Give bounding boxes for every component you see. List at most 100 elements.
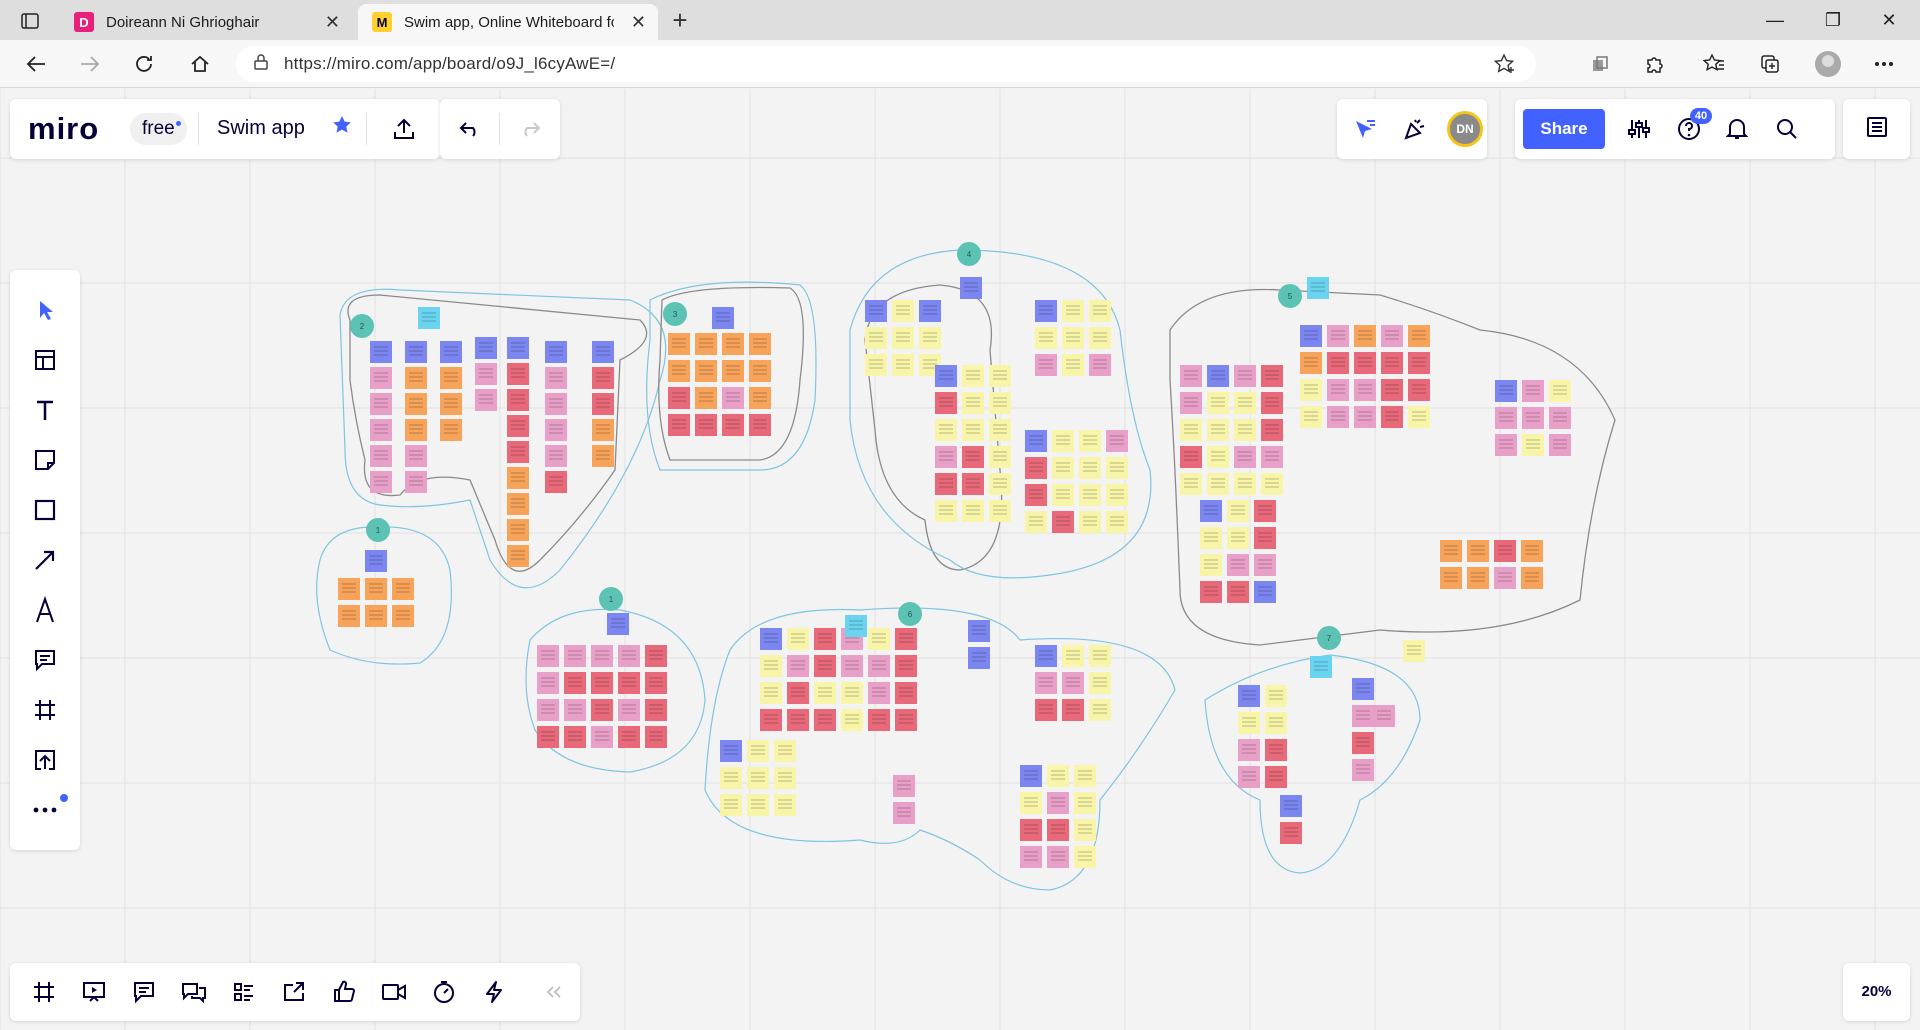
sticky-note[interactable] — [892, 300, 914, 322]
sticky-note[interactable] — [1062, 354, 1084, 376]
sticky-note[interactable] — [1074, 846, 1096, 868]
sticky-note[interactable] — [1200, 554, 1222, 576]
sticky-note[interactable] — [893, 775, 915, 797]
sticky-note[interactable] — [774, 740, 796, 762]
sticky-note[interactable] — [545, 393, 567, 415]
sticky-note[interactable] — [760, 655, 782, 677]
sticky-note[interactable] — [507, 493, 529, 515]
sticky-note[interactable] — [893, 802, 915, 824]
sticky-note[interactable] — [618, 699, 640, 721]
sticky-note[interactable] — [774, 794, 796, 816]
sticky-note[interactable] — [968, 647, 990, 669]
connector-arrow-icon[interactable] — [25, 540, 65, 580]
sticky-note[interactable] — [591, 645, 613, 667]
card-list-icon[interactable] — [224, 972, 264, 1012]
sticky-note[interactable] — [1074, 819, 1096, 841]
sticky-note[interactable] — [440, 341, 462, 363]
sticky-note[interactable] — [1207, 446, 1229, 468]
sticky-note[interactable] — [1494, 567, 1516, 589]
sticky-note[interactable] — [1180, 392, 1202, 414]
sticky-note[interactable] — [1549, 380, 1571, 402]
zoom-level[interactable]: 20% — [1843, 963, 1910, 1021]
sticky-note[interactable] — [841, 709, 863, 731]
sticky-note[interactable] — [618, 726, 640, 748]
sticky-note[interactable] — [968, 620, 990, 642]
sticky-note[interactable] — [1020, 846, 1042, 868]
sticky-note[interactable] — [537, 726, 559, 748]
sticky-note[interactable] — [1238, 739, 1260, 761]
sticky-note[interactable] — [1089, 354, 1111, 376]
voting-thumbs-up-icon[interactable] — [324, 972, 364, 1012]
sticky-note[interactable] — [1440, 567, 1462, 589]
sticky-note[interactable] — [507, 363, 529, 385]
sticky-note[interactable] — [935, 365, 957, 387]
sticky-note[interactable] — [545, 341, 567, 363]
redo-icon[interactable] — [512, 113, 548, 145]
sticky-note[interactable] — [1180, 419, 1202, 441]
star-board-icon[interactable] — [332, 115, 352, 140]
sticky-note-icon[interactable] — [25, 440, 65, 480]
sticky-note[interactable] — [1549, 407, 1571, 429]
sticky-note[interactable] — [507, 389, 529, 411]
sticky-note[interactable] — [1227, 554, 1249, 576]
sticky-note[interactable] — [668, 333, 690, 355]
user-avatar[interactable]: DN — [1447, 111, 1483, 147]
sticky-note[interactable] — [1227, 500, 1249, 522]
sticky-note[interactable] — [418, 307, 440, 329]
sticky-note[interactable] — [1020, 792, 1042, 814]
sticky-note[interactable] — [722, 414, 744, 436]
sticky-note[interactable] — [814, 709, 836, 731]
sticky-note[interactable] — [1079, 511, 1101, 533]
sticky-note[interactable] — [695, 333, 717, 355]
chat-icon[interactable] — [174, 972, 214, 1012]
settings-sliders-icon[interactable] — [1623, 113, 1655, 145]
sticky-note[interactable] — [1025, 484, 1047, 506]
export-icon[interactable] — [388, 113, 420, 145]
sticky-note[interactable] — [668, 360, 690, 382]
sticky-note[interactable] — [865, 354, 887, 376]
sticky-note[interactable] — [1408, 379, 1430, 401]
sticky-note[interactable] — [545, 419, 567, 441]
sticky-note[interactable] — [392, 605, 414, 627]
sticky-note[interactable] — [645, 645, 667, 667]
sticky-note[interactable] — [1200, 527, 1222, 549]
sticky-note[interactable] — [507, 337, 529, 359]
sticky-note[interactable] — [564, 645, 586, 667]
sticky-note[interactable] — [868, 682, 890, 704]
sticky-note[interactable] — [592, 341, 614, 363]
sticky-note[interactable] — [919, 327, 941, 349]
frame-tool-icon[interactable] — [25, 690, 65, 730]
sticky-note[interactable] — [1025, 511, 1047, 533]
sticky-note[interactable] — [720, 794, 742, 816]
more-tools-icon[interactable] — [25, 790, 65, 830]
sticky-note[interactable] — [1327, 325, 1349, 347]
sticky-note[interactable] — [1280, 822, 1302, 844]
sticky-note[interactable] — [1238, 766, 1260, 788]
board-notes-icon[interactable] — [1866, 116, 1888, 143]
sticky-note[interactable] — [1408, 406, 1430, 428]
cursor-arrow-icon[interactable] — [1349, 113, 1381, 145]
sticky-note[interactable] — [989, 446, 1011, 468]
sticky-note[interactable] — [1079, 484, 1101, 506]
sticky-note[interactable] — [1035, 672, 1057, 694]
search-icon[interactable] — [1771, 113, 1803, 145]
sticky-note[interactable] — [1180, 473, 1202, 495]
sticky-note[interactable] — [1062, 672, 1084, 694]
sticky-note[interactable] — [841, 655, 863, 677]
sticky-note[interactable] — [1354, 325, 1376, 347]
miro-logo[interactable]: miro — [28, 111, 99, 147]
sticky-note[interactable] — [645, 699, 667, 721]
sticky-note[interactable] — [1035, 300, 1057, 322]
sticky-note[interactable] — [1106, 484, 1128, 506]
sticky-note[interactable] — [405, 471, 427, 493]
sticky-note[interactable] — [1495, 380, 1517, 402]
sticky-note[interactable] — [1052, 430, 1074, 452]
sticky-note[interactable] — [618, 645, 640, 667]
sticky-note[interactable] — [591, 699, 613, 721]
sticky-note[interactable] — [645, 672, 667, 694]
sticky-note[interactable] — [537, 645, 559, 667]
sticky-note[interactable] — [1227, 581, 1249, 603]
sticky-note[interactable] — [1300, 379, 1322, 401]
sticky-note[interactable] — [1234, 446, 1256, 468]
sticky-note[interactable] — [1254, 554, 1276, 576]
